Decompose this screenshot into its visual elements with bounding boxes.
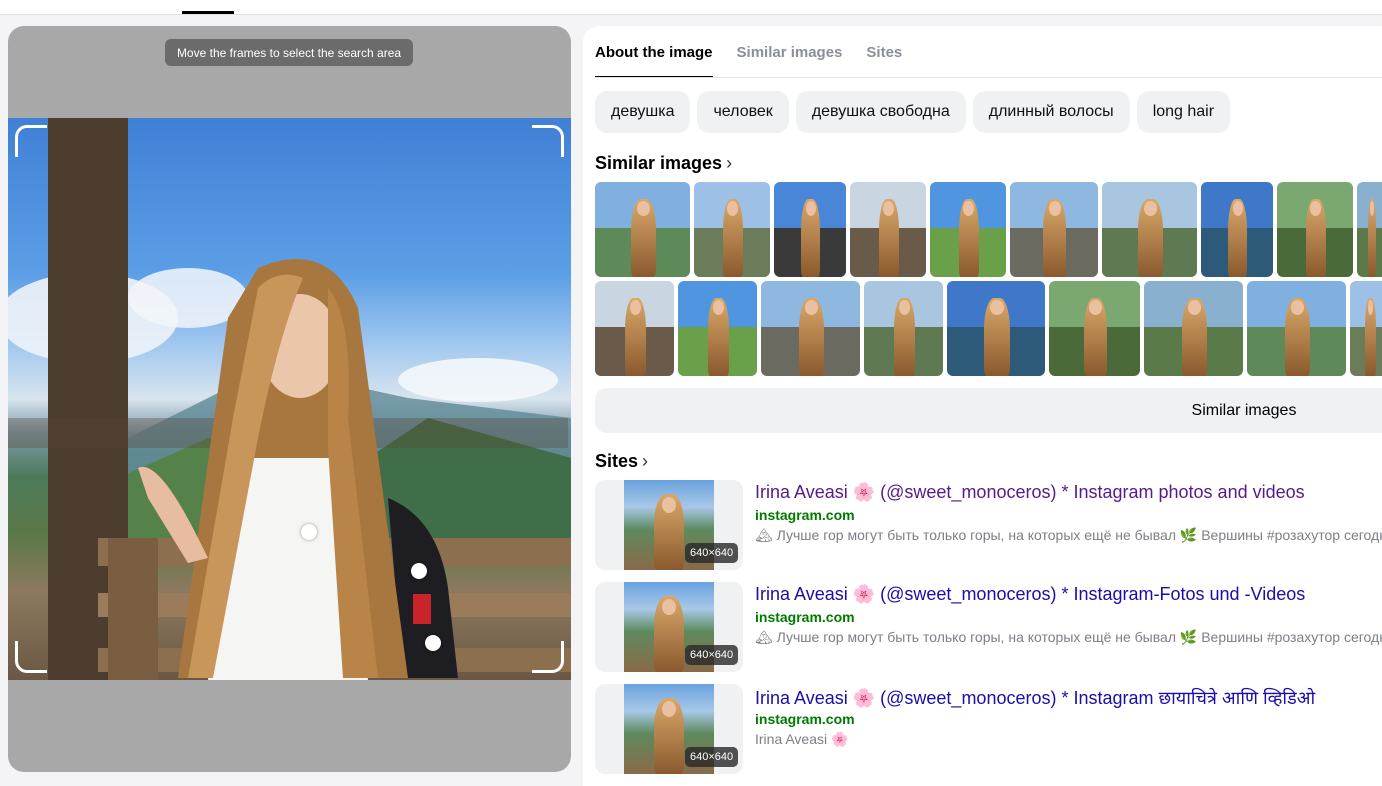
site-result[interactable]: 640×640 Irina Aveasi 🌸 (@sweet_monoceros… [595,480,1382,570]
site-snippet: 🏔 Лучше гор могут быть только горы, на к… [755,629,1382,645]
result-tabs: About the image Similar images Sites [595,26,902,78]
site-result[interactable]: 640×640 Irina Aveasi 🌸 (@sweet_monoceros… [595,684,1382,774]
tab-about-the-image[interactable]: About the image [595,26,713,78]
similar-image-thumb[interactable] [947,281,1045,376]
top-tab-indicator [182,11,234,14]
similar-image-thumb[interactable] [850,182,926,277]
top-bar [0,0,1382,15]
similar-image-thumb[interactable] [1144,281,1243,376]
similar-image-thumb[interactable] [1201,182,1273,277]
similar-images-title: Similar images [595,153,723,173]
photo-illustration [8,118,571,680]
crop-handle-bottom-left[interactable] [15,641,47,673]
similar-image-thumb[interactable] [1102,182,1197,277]
image-dimensions-badge: 640×640 [685,747,739,767]
tag-chip[interactable]: девушка [595,91,691,133]
site-thumbnail[interactable]: 640×640 [595,582,743,672]
crop-handle-bottom-right[interactable] [532,641,564,673]
image-viewer: Move the frames to select the search are… [8,26,571,772]
image-dimensions-badge: 640×640 [685,543,739,563]
similar-thumbs-row-2 [595,281,1382,376]
tag-chip[interactable]: длинный волосы [972,91,1130,133]
site-title-link[interactable]: Irina Aveasi 🌸 (@sweet_monoceros) * Inst… [755,686,1315,710]
tabs-divider [595,77,1382,78]
similar-image-thumb[interactable] [930,182,1006,277]
similar-thumbs-row-1 [595,182,1382,277]
site-domain[interactable]: instagram.com [755,507,855,523]
similar-image-thumb[interactable] [595,182,690,277]
tag-list: девушка человек девушка свободна длинный… [595,91,1231,133]
object-marker[interactable] [425,635,441,651]
sites-title: Sites [595,451,639,471]
site-domain[interactable]: instagram.com [755,711,855,727]
similar-image-thumb[interactable] [774,182,846,277]
similar-image-thumb[interactable] [1277,182,1353,277]
site-thumbnail[interactable]: 640×640 [595,684,743,774]
object-marker[interactable] [411,563,427,579]
image-dimensions-badge: 640×640 [685,645,739,665]
tab-sites[interactable]: Sites [866,26,902,78]
similar-image-thumb[interactable] [595,281,674,376]
similar-image-thumb[interactable] [761,281,860,376]
site-snippet: 🏔 Лучше гор могут быть только горы, на к… [755,527,1382,543]
crop-handle-top-left[interactable] [15,125,47,157]
tab-similar-images[interactable]: Similar images [737,26,843,78]
crop-hint: Move the frames to select the search are… [165,39,413,66]
tag-chip[interactable]: long hair [1136,91,1231,133]
similar-image-thumb[interactable] [864,281,943,376]
site-thumbnail[interactable]: 640×640 [595,480,743,570]
site-title-link[interactable]: Irina Aveasi 🌸 (@sweet_monoceros) * Inst… [755,584,1305,605]
similar-image-thumb[interactable] [1350,281,1382,376]
sites-heading[interactable]: Sites › [595,451,648,472]
similar-image-thumb[interactable] [694,182,770,277]
similar-image-thumb[interactable] [1357,182,1382,277]
chevron-right-icon: › [642,451,649,471]
source-photo [8,118,571,680]
similar-image-thumb[interactable] [1049,281,1140,376]
similar-image-thumb[interactable] [1247,281,1346,376]
chevron-right-icon: › [726,153,733,173]
similar-image-thumb[interactable] [678,281,757,376]
object-marker[interactable] [301,524,317,540]
results-panel: About the image Similar images Sites дев… [583,26,1382,786]
site-result[interactable]: 640×640 Irina Aveasi 🌸 (@sweet_monoceros… [595,582,1382,672]
similar-image-thumb[interactable] [1010,182,1098,277]
similar-images-button[interactable]: Similar images [595,388,1382,433]
site-title-link[interactable]: Irina Aveasi 🌸 (@sweet_monoceros) * Inst… [755,482,1305,503]
site-snippet: Irina Aveasi 🌸 [755,731,849,747]
similar-images-button-label: Similar images [1191,401,1297,419]
tag-chip[interactable]: девушка свободна [795,91,966,133]
crop-handle-top-right[interactable] [532,125,564,157]
similar-images-heading[interactable]: Similar images › [595,153,732,174]
site-domain[interactable]: instagram.com [755,609,855,625]
tag-chip[interactable]: человек [697,91,789,133]
